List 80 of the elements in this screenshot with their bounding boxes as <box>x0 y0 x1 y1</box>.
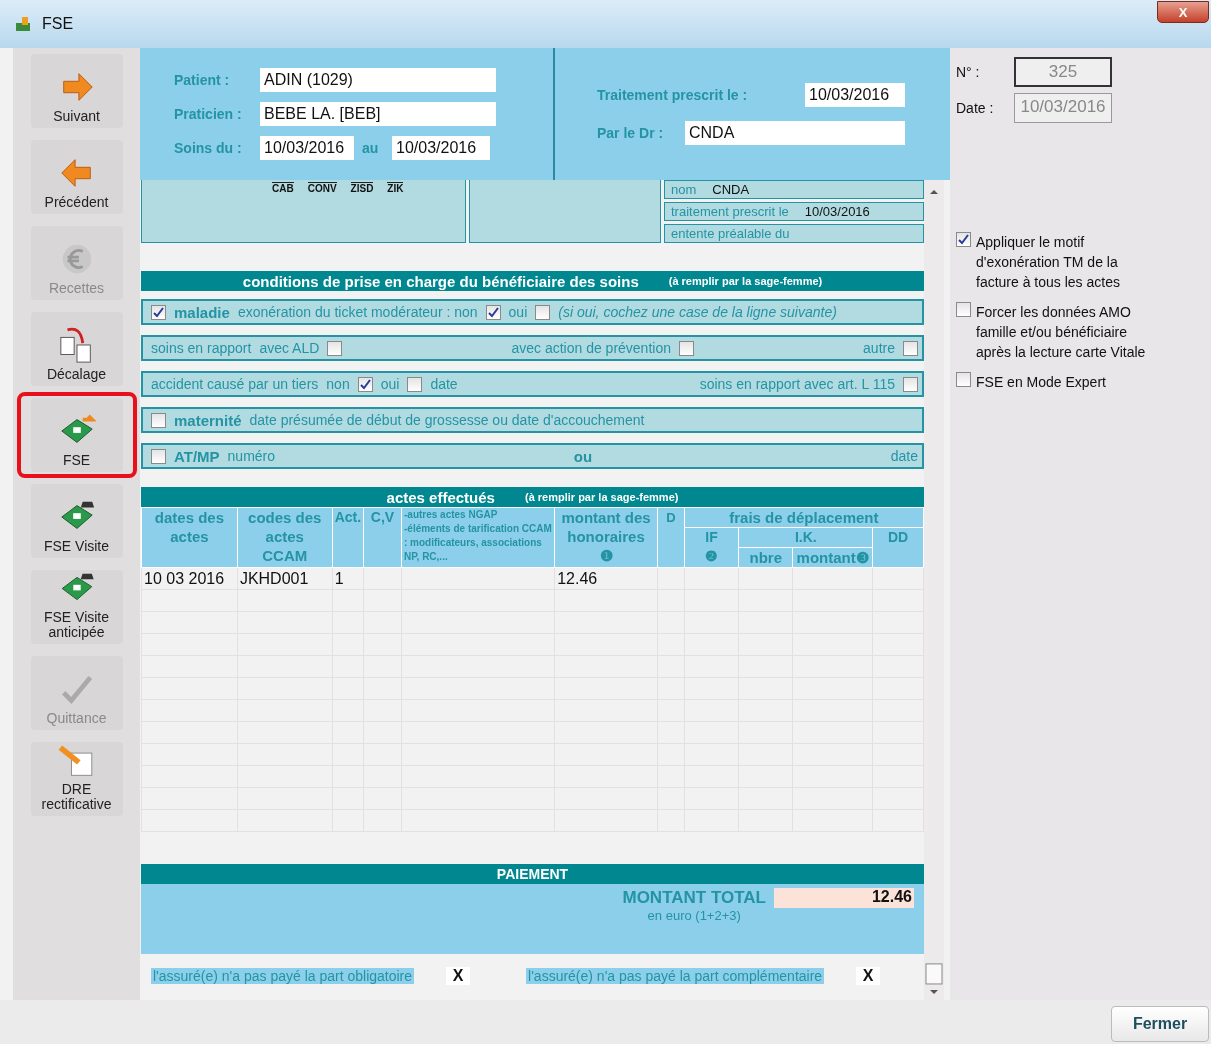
column-header: codes des actes CCAM <box>237 507 333 568</box>
flag-label: l'assuré(e) n'a pas payé la part obligatoire <box>151 968 415 984</box>
field-label: Date : <box>956 100 995 116</box>
field-label: oui <box>380 376 400 392</box>
hint-text: (si oui, cochez une case de la ligne suivante) <box>558 304 837 320</box>
field-label: traitement prescrit le <box>671 204 789 219</box>
window-title: FSE <box>42 15 75 33</box>
field-label: oui <box>508 304 528 320</box>
code-label: CAB <box>272 182 294 194</box>
column-header: D <box>657 507 685 568</box>
table-cell: 12.46 <box>554 567 658 590</box>
date-field[interactable]: 10/03/2016 <box>805 83 905 107</box>
field-label: nom <box>671 182 697 197</box>
field-label: autre <box>863 340 895 356</box>
sidebar-button[interactable]: Décalage <box>30 312 123 386</box>
field-label: entente préalable du <box>671 226 790 241</box>
sidebar-button[interactable]: FSE Visite anticipée <box>30 570 123 644</box>
field-label: soins en rapport <box>151 340 252 356</box>
column-header: C,V <box>363 507 402 568</box>
sidebar-button[interactable]: Précédent <box>30 140 123 214</box>
field-label: au <box>362 140 380 156</box>
field-label: accident causé par un tiers <box>151 376 319 392</box>
total-label: MONTANT TOTAL <box>622 888 766 908</box>
field-label: avec ALD <box>259 340 320 356</box>
total-amount: 12.46 <box>774 888 914 908</box>
field-label: soins en rapport avec art. L 115 <box>699 376 895 392</box>
flag-value[interactable]: X <box>856 967 881 985</box>
field-label: Traitement prescrit le : <box>597 87 749 103</box>
column-header: IF ❷ <box>684 527 739 568</box>
column-header: montant des honoraires ❶ <box>554 507 658 568</box>
field-label: Par le Dr : <box>597 125 665 141</box>
code-label: ZIK <box>387 182 404 194</box>
flag-value[interactable]: X <box>446 967 471 985</box>
field-label: N° : <box>956 64 981 80</box>
field-label: date <box>430 376 458 392</box>
code-label: CONV <box>307 182 337 194</box>
section-note: (à remplir par la sage-femme) <box>668 275 823 287</box>
field-label: avec action de prévention <box>511 340 671 356</box>
field-label: numéro <box>227 448 276 464</box>
code-label: ZISD <box>350 182 374 194</box>
date-field[interactable]: 10/03/2016 <box>260 136 354 160</box>
total-hint: en euro (1+2+3) <box>647 908 741 923</box>
option-label: Appliquer le motif d'exonération TM de la facture à tous les actes <box>976 233 1121 292</box>
section-label: ou <box>573 447 593 465</box>
sidebar-button[interactable]: FSE <box>30 398 123 472</box>
table-cell: JKHD001 <box>237 567 333 590</box>
input-field[interactable]: ADIN (1029) <box>260 68 496 92</box>
sidebar-button[interactable]: DRE rectificative <box>30 742 123 816</box>
section-label: maladie <box>174 303 230 321</box>
column-header: frais de déplacement <box>684 507 924 528</box>
table-cell: 10 03 2016 <box>141 567 238 590</box>
column-header: Act. <box>332 507 364 568</box>
input-field[interactable]: CNDA <box>685 121 905 145</box>
close-button[interactable]: Fermer <box>1111 1006 1209 1042</box>
sidebar-button[interactable]: Suivant <box>30 54 123 128</box>
field-label: date <box>890 448 918 464</box>
field-label: date présumée de début de grossesse ou date d'accouchement <box>249 412 645 428</box>
column-header: DD <box>872 527 924 568</box>
column-header: -autres actes NGAP -éléments de tarification CCAM : modificateurs, associations NP, RC,... <box>401 507 555 568</box>
field-label: Patient : <box>174 72 231 88</box>
field-label: Praticien : <box>174 106 243 122</box>
sidebar-button[interactable]: FSE Visite <box>30 484 123 558</box>
flag-label: l'assuré(e) n'a pas payé la part complémentaire <box>526 968 825 984</box>
field-value: 10/03/2016 <box>804 204 870 219</box>
option-label: Forcer les données AMO famille et/ou bénéficiaire après la lecture carte Vitale <box>976 303 1147 362</box>
input-field[interactable]: BEBE LA. [BEB] <box>260 102 496 126</box>
date-field[interactable]: 10/03/2016 <box>392 136 490 160</box>
table-cell: 1 <box>332 567 364 590</box>
section-title: actes effectués <box>386 488 495 506</box>
section-note: (à remplir par la sage-femme) <box>524 491 679 503</box>
section-title: PAIEMENT <box>496 866 569 882</box>
section-title: conditions de prise en charge du bénéficiaire des soins <box>242 272 639 290</box>
column-header: dates des actes <box>141 507 238 568</box>
field-label: Soins du : <box>174 140 243 156</box>
field-label: exonération du ticket modérateur : non <box>237 304 478 320</box>
option-label: FSE en Mode Expert <box>976 373 1106 392</box>
section-label: maternité <box>174 411 242 429</box>
section-label: AT/MP <box>174 447 220 465</box>
field-label: non <box>326 376 350 392</box>
field-value: CNDA <box>712 182 750 197</box>
